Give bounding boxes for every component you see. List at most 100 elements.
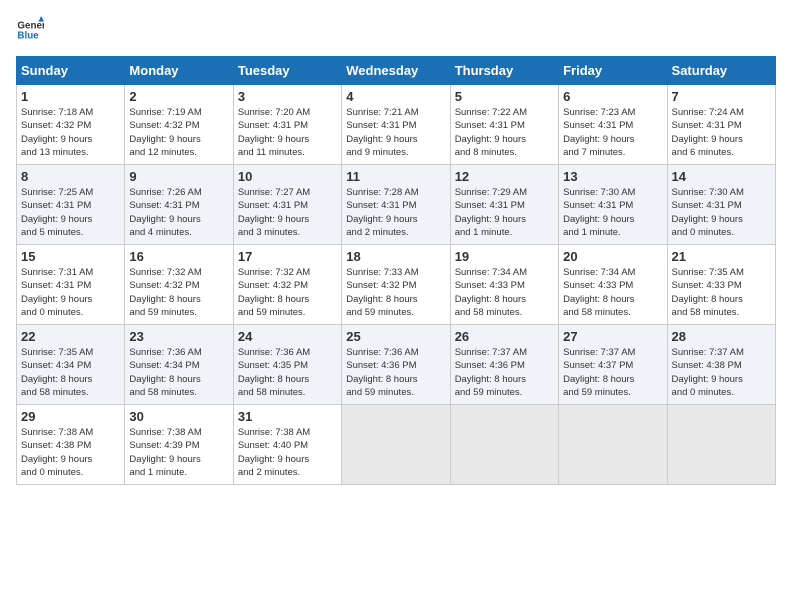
day-header-friday: Friday	[559, 57, 667, 85]
day-info: Sunrise: 7:22 AMSunset: 4:31 PMDaylight:…	[455, 106, 554, 159]
day-info: Sunrise: 7:23 AMSunset: 4:31 PMDaylight:…	[563, 106, 662, 159]
day-info: Sunrise: 7:38 AMSunset: 4:39 PMDaylight:…	[129, 426, 228, 479]
day-info: Sunrise: 7:27 AMSunset: 4:31 PMDaylight:…	[238, 186, 337, 239]
day-info: Sunrise: 7:29 AMSunset: 4:31 PMDaylight:…	[455, 186, 554, 239]
calendar-cell: 10 Sunrise: 7:27 AMSunset: 4:31 PMDayligh…	[233, 165, 341, 245]
calendar-cell: 4 Sunrise: 7:21 AMSunset: 4:31 PMDaylight…	[342, 85, 450, 165]
calendar-cell: 17 Sunrise: 7:32 AMSunset: 4:32 PMDayligh…	[233, 245, 341, 325]
day-info: Sunrise: 7:36 AMSunset: 4:36 PMDaylight:…	[346, 346, 445, 399]
calendar-cell: 25 Sunrise: 7:36 AMSunset: 4:36 PMDayligh…	[342, 325, 450, 405]
day-number: 13	[563, 169, 662, 184]
calendar-cell: 3 Sunrise: 7:20 AMSunset: 4:31 PMDaylight…	[233, 85, 341, 165]
day-header-thursday: Thursday	[450, 57, 558, 85]
day-number: 20	[563, 249, 662, 264]
day-info: Sunrise: 7:21 AMSunset: 4:31 PMDaylight:…	[346, 106, 445, 159]
day-info: Sunrise: 7:26 AMSunset: 4:31 PMDaylight:…	[129, 186, 228, 239]
calendar-cell	[450, 405, 558, 485]
logo: General Blue	[16, 16, 48, 44]
calendar-cell: 12 Sunrise: 7:29 AMSunset: 4:31 PMDayligh…	[450, 165, 558, 245]
calendar-week-2: 8Sunrise: 7:25 AMSunset: 4:31 PMDaylight…	[17, 165, 776, 245]
day-number: 4	[346, 89, 445, 104]
day-info: Sunrise: 7:36 AMSunset: 4:34 PMDaylight:…	[129, 346, 228, 399]
day-header-tuesday: Tuesday	[233, 57, 341, 85]
day-info: Sunrise: 7:37 AMSunset: 4:36 PMDaylight:…	[455, 346, 554, 399]
calendar-cell: 23 Sunrise: 7:36 AMSunset: 4:34 PMDayligh…	[125, 325, 233, 405]
calendar-cell: 24 Sunrise: 7:36 AMSunset: 4:35 PMDayligh…	[233, 325, 341, 405]
svg-text:Blue: Blue	[17, 30, 39, 41]
calendar-cell: 21 Sunrise: 7:35 AMSunset: 4:33 PMDayligh…	[667, 245, 775, 325]
day-number: 1	[21, 89, 120, 104]
day-info: Sunrise: 7:32 AMSunset: 4:32 PMDaylight:…	[238, 266, 337, 319]
day-number: 7	[672, 89, 771, 104]
calendar-cell: 1 Sunrise: 7:18 AMSunset: 4:32 PMDaylight…	[17, 85, 125, 165]
calendar-cell: 9 Sunrise: 7:26 AMSunset: 4:31 PMDaylight…	[125, 165, 233, 245]
day-info: Sunrise: 7:19 AMSunset: 4:32 PMDaylight:…	[129, 106, 228, 159]
calendar-week-4: 22Sunrise: 7:35 AMSunset: 4:34 PMDayligh…	[17, 325, 776, 405]
day-number: 21	[672, 249, 771, 264]
day-number: 3	[238, 89, 337, 104]
day-info: Sunrise: 7:24 AMSunset: 4:31 PMDaylight:…	[672, 106, 771, 159]
day-info: Sunrise: 7:30 AMSunset: 4:31 PMDaylight:…	[563, 186, 662, 239]
calendar-week-5: 29Sunrise: 7:38 AMSunset: 4:38 PMDayligh…	[17, 405, 776, 485]
day-number: 12	[455, 169, 554, 184]
day-number: 6	[563, 89, 662, 104]
day-number: 10	[238, 169, 337, 184]
page-header: General Blue	[16, 16, 776, 44]
day-number: 29	[21, 409, 120, 424]
day-number: 19	[455, 249, 554, 264]
calendar-cell: 2Sunrise: 7:19 AMSunset: 4:32 PMDaylight…	[125, 85, 233, 165]
calendar-cell: 22Sunrise: 7:35 AMSunset: 4:34 PMDayligh…	[17, 325, 125, 405]
day-number: 18	[346, 249, 445, 264]
logo-icon: General Blue	[16, 16, 44, 44]
day-info: Sunrise: 7:34 AMSunset: 4:33 PMDaylight:…	[455, 266, 554, 319]
calendar-cell: 13 Sunrise: 7:30 AMSunset: 4:31 PMDayligh…	[559, 165, 667, 245]
day-info: Sunrise: 7:33 AMSunset: 4:32 PMDaylight:…	[346, 266, 445, 319]
calendar-table: SundayMondayTuesdayWednesdayThursdayFrid…	[16, 56, 776, 485]
calendar-cell: 28Sunrise: 7:37 AMSunset: 4:38 PMDayligh…	[667, 325, 775, 405]
day-info: Sunrise: 7:38 AMSunset: 4:40 PMDaylight:…	[238, 426, 337, 479]
calendar-cell: 20Sunrise: 7:34 AMSunset: 4:33 PMDayligh…	[559, 245, 667, 325]
day-number: 11	[346, 169, 445, 184]
day-info: Sunrise: 7:32 AMSunset: 4:32 PMDaylight:…	[129, 266, 228, 319]
calendar-week-3: 15 Sunrise: 7:31 AMSunset: 4:31 PMDayligh…	[17, 245, 776, 325]
calendar-body: 1 Sunrise: 7:18 AMSunset: 4:32 PMDaylight…	[17, 85, 776, 485]
day-number: 31	[238, 409, 337, 424]
day-number: 5	[455, 89, 554, 104]
calendar-header-row: SundayMondayTuesdayWednesdayThursdayFrid…	[17, 57, 776, 85]
day-number: 28	[672, 329, 771, 344]
day-number: 15	[21, 249, 120, 264]
calendar-cell: 31 Sunrise: 7:38 AMSunset: 4:40 PMDayligh…	[233, 405, 341, 485]
calendar-cell: 27Sunrise: 7:37 AMSunset: 4:37 PMDayligh…	[559, 325, 667, 405]
calendar-cell: 11 Sunrise: 7:28 AMSunset: 4:31 PMDayligh…	[342, 165, 450, 245]
day-info: Sunrise: 7:36 AMSunset: 4:35 PMDaylight:…	[238, 346, 337, 399]
day-number: 23	[129, 329, 228, 344]
day-info: Sunrise: 7:18 AMSunset: 4:32 PMDaylight:…	[21, 106, 120, 159]
calendar-cell: 5 Sunrise: 7:22 AMSunset: 4:31 PMDaylight…	[450, 85, 558, 165]
calendar-cell: 16 Sunrise: 7:32 AMSunset: 4:32 PMDayligh…	[125, 245, 233, 325]
day-info: Sunrise: 7:30 AMSunset: 4:31 PMDaylight:…	[672, 186, 771, 239]
calendar-cell: 15 Sunrise: 7:31 AMSunset: 4:31 PMDayligh…	[17, 245, 125, 325]
day-header-monday: Monday	[125, 57, 233, 85]
day-number: 24	[238, 329, 337, 344]
day-info: Sunrise: 7:35 AMSunset: 4:34 PMDaylight:…	[21, 346, 120, 399]
day-number: 9	[129, 169, 228, 184]
day-number: 25	[346, 329, 445, 344]
calendar-cell: 14Sunrise: 7:30 AMSunset: 4:31 PMDayligh…	[667, 165, 775, 245]
day-number: 17	[238, 249, 337, 264]
calendar-cell: 26 Sunrise: 7:37 AMSunset: 4:36 PMDayligh…	[450, 325, 558, 405]
day-number: 16	[129, 249, 228, 264]
day-info: Sunrise: 7:31 AMSunset: 4:31 PMDaylight:…	[21, 266, 120, 319]
day-number: 26	[455, 329, 554, 344]
day-info: Sunrise: 7:37 AMSunset: 4:37 PMDaylight:…	[563, 346, 662, 399]
calendar-cell: 6 Sunrise: 7:23 AMSunset: 4:31 PMDaylight…	[559, 85, 667, 165]
day-header-sunday: Sunday	[17, 57, 125, 85]
calendar-cell	[559, 405, 667, 485]
day-info: Sunrise: 7:28 AMSunset: 4:31 PMDaylight:…	[346, 186, 445, 239]
day-number: 8	[21, 169, 120, 184]
day-info: Sunrise: 7:35 AMSunset: 4:33 PMDaylight:…	[672, 266, 771, 319]
day-number: 30	[129, 409, 228, 424]
day-header-wednesday: Wednesday	[342, 57, 450, 85]
day-info: Sunrise: 7:20 AMSunset: 4:31 PMDaylight:…	[238, 106, 337, 159]
calendar-cell: 8Sunrise: 7:25 AMSunset: 4:31 PMDaylight…	[17, 165, 125, 245]
calendar-cell: 19 Sunrise: 7:34 AMSunset: 4:33 PMDayligh…	[450, 245, 558, 325]
